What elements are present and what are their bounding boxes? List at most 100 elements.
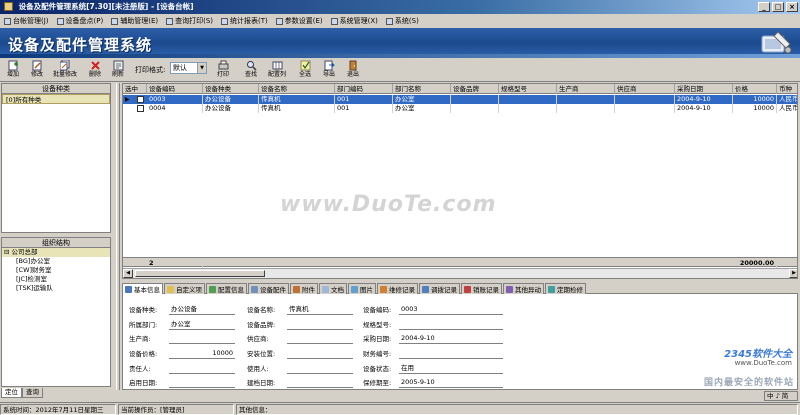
col-supplier[interactable]: 供应商 [615, 84, 675, 94]
tab-documents[interactable]: 文档 [319, 283, 347, 294]
print-format-select[interactable]: 默认 ▼ [170, 62, 207, 74]
inventory-icon [56, 17, 64, 25]
col-name[interactable]: 设备名称 [259, 84, 335, 94]
col-selected[interactable]: 选中 [123, 84, 147, 94]
location-value[interactable] [287, 349, 353, 359]
tab-attachments[interactable]: 附件 [290, 283, 318, 294]
org-item-tsk[interactable]: [TSK]运输队 [2, 284, 110, 293]
tab-config[interactable]: 配置信息 [206, 283, 247, 294]
owner-value[interactable] [169, 364, 235, 374]
menu-ledger[interactable]: 台帐管理(J) [2, 16, 51, 26]
exit-door-icon [349, 60, 356, 71]
add-button[interactable]: 增加 [2, 60, 24, 80]
org-root[interactable]: ⊟ 公司总部 [2, 248, 110, 257]
find-button[interactable]: 查找 [240, 60, 262, 80]
col-code[interactable]: 设备编码 [147, 84, 203, 94]
scroll-right-icon[interactable]: ▶ [789, 269, 797, 278]
warranty-value[interactable]: 2005-9-10 [399, 378, 503, 388]
model-value[interactable] [399, 320, 503, 330]
col-model[interactable]: 规格型号 [499, 84, 557, 94]
menu-assist[interactable]: 辅助管理(E) [109, 16, 160, 26]
tab-query[interactable]: 查询 [22, 388, 43, 398]
dept-value[interactable]: 办公室 [169, 320, 235, 330]
grid-horizontal-scrollbar[interactable]: ◀ ▶ [123, 268, 797, 278]
status-other: 其他信息： [236, 404, 798, 415]
close-button[interactable]: × [786, 2, 798, 12]
select-all-button[interactable]: 全选 [294, 60, 316, 80]
table-row[interactable]: 0004 办公设备 传真机 001 办公室 2004-9-10 10000 人民… [123, 104, 797, 113]
ime-indicator[interactable]: 中 ♪ 简 [764, 391, 798, 401]
supplier-value[interactable] [287, 334, 353, 344]
config-columns-button[interactable]: 配置列 [266, 60, 288, 80]
start-date-value[interactable] [169, 378, 235, 388]
menu-system[interactable]: 系统(S) [384, 16, 421, 26]
edit-button[interactable]: 修改 [26, 60, 48, 80]
tab-locate[interactable]: 定位 [1, 388, 22, 398]
col-dept-name[interactable]: 部门名称 [393, 84, 451, 94]
brand-value[interactable] [287, 320, 353, 330]
org-panel: 组织结构 ⊟ 公司总部 [BG]办公室 [CW]财务室 [JC]检测室 [TSK… [1, 237, 111, 387]
maker-value[interactable] [169, 334, 235, 344]
status-value[interactable]: 在用 [399, 364, 503, 374]
tab-custom[interactable]: 自定义项 [164, 283, 205, 294]
tab-parts[interactable]: 设备配件 [248, 283, 289, 294]
table-row[interactable]: ▶ 0003 办公设备 传真机 001 办公室 2004-9-10 10000 … [123, 95, 797, 104]
batch-edit-button[interactable]: 批量修改 [50, 60, 80, 80]
name-value[interactable]: 传真机 [287, 305, 353, 315]
export-button[interactable]: 导出 [318, 60, 340, 80]
price-value[interactable]: 10000 [169, 349, 235, 359]
cell-maker [557, 104, 615, 113]
tab-pictures[interactable]: 图片 [348, 283, 376, 294]
minimize-button[interactable]: _ [758, 2, 770, 12]
tab-maintenance[interactable]: 定期检修 [545, 283, 586, 294]
tree-collapse-icon[interactable]: ⊟ [4, 248, 9, 256]
purchase-date-value[interactable]: 2004-9-10 [399, 334, 503, 344]
tab-other-changes[interactable]: 其他异动 [503, 283, 544, 294]
left-splitter[interactable] [116, 83, 120, 390]
other-changes-icon [506, 285, 513, 293]
grid-summary-row: 2 20000.00 [123, 257, 797, 268]
tab-repair[interactable]: 维修记录 [377, 283, 418, 294]
tab-write-off[interactable]: 销账记录 [461, 283, 502, 294]
print-button[interactable]: 打印 [212, 60, 234, 80]
delete-button[interactable]: 删除 [84, 60, 106, 80]
category-item-all[interactable]: [0]所有种类 [2, 94, 110, 104]
menu-inventory[interactable]: 设备盘点(P) [55, 16, 106, 26]
menu-bar: 台帐管理(J) 设备盘点(P) 辅助管理(E) 查询打印(S) 统计报表(T) … [0, 14, 800, 28]
org-item-bg[interactable]: [BG]办公室 [2, 257, 110, 266]
build-date-value[interactable] [287, 378, 353, 388]
col-brand[interactable]: 设备品牌 [451, 84, 499, 94]
menu-system-manage[interactable]: 系统管理(X) [329, 16, 380, 26]
detail-tabs: 基本信息 自定义项 配置信息 设备配件 附件 文档 图片 维修记录 调拨记录 销… [122, 283, 798, 294]
maximize-button[interactable]: □ [772, 2, 784, 12]
col-price[interactable]: 价格 [733, 84, 777, 94]
exit-button[interactable]: 退出 [342, 60, 364, 80]
col-maker[interactable]: 生产商 [557, 84, 615, 94]
window-title: 设备及配件管理系统[7.30][未注册版] - [设备台帐] [18, 2, 194, 11]
org-item-cw[interactable]: [CW]财务室 [2, 266, 110, 275]
row-checkbox[interactable] [137, 105, 144, 112]
col-purchase-date[interactable]: 采购日期 [675, 84, 733, 94]
cell-category: 办公设备 [203, 104, 259, 113]
col-dept-code[interactable]: 部门编码 [335, 84, 393, 94]
user-value[interactable] [287, 364, 353, 374]
menu-settings[interactable]: 参数设置(E) [274, 16, 325, 26]
status-operator: 当前操作员：[管理员] [118, 404, 234, 415]
tab-transfer[interactable]: 调拨记录 [419, 283, 460, 294]
category-value[interactable]: 办公设备 [169, 305, 235, 315]
finance-no-value[interactable] [399, 349, 503, 359]
col-category[interactable]: 设备种类 [203, 84, 259, 94]
col-currency[interactable]: 币种 [777, 84, 797, 94]
scroll-thumb[interactable] [135, 270, 265, 277]
code-value[interactable]: 0003 [399, 305, 503, 315]
row-checkbox[interactable] [137, 96, 144, 103]
cell-dept-name: 办公室 [393, 95, 451, 104]
refresh-button[interactable]: 刷新 [107, 60, 129, 80]
info-icon [125, 285, 132, 293]
menu-query-print[interactable]: 查询打印(S) [164, 16, 215, 26]
search-icon [246, 61, 257, 71]
menu-reports[interactable]: 统计报表(T) [219, 16, 270, 26]
tab-basic-info[interactable]: 基本信息 [122, 283, 163, 294]
org-item-jc[interactable]: [JC]检测室 [2, 275, 110, 284]
scroll-left-icon[interactable]: ◀ [123, 269, 133, 278]
